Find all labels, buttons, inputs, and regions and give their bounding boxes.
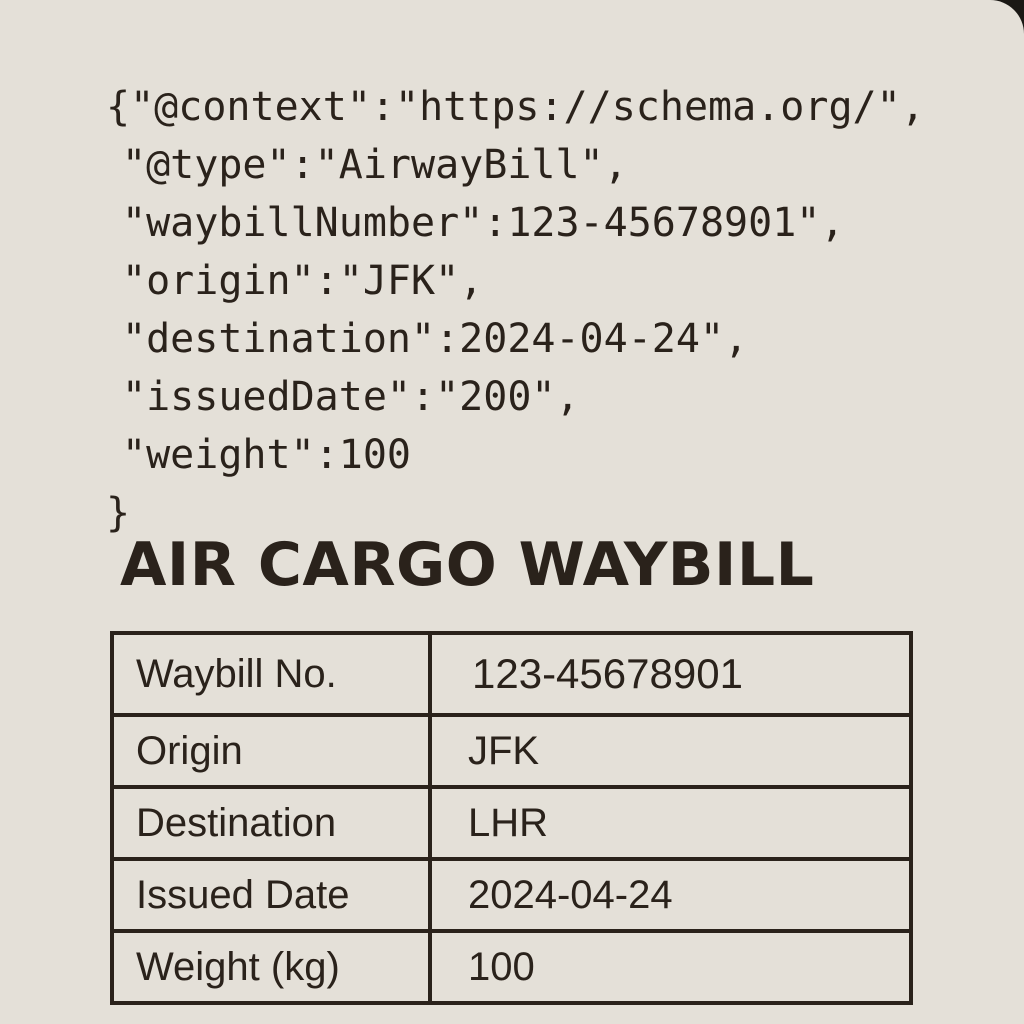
table-value: 100 (428, 929, 913, 1005)
json-line-type: "@type":"AirwayBill", (122, 142, 628, 188)
json-line-origin: "origin":"JFK", (122, 258, 484, 304)
table-row-weight: Weight (kg) 100 (110, 929, 913, 1005)
json-line-weight: "weight":100 (122, 432, 411, 478)
table-value: LHR (428, 785, 913, 861)
table-label: Destination (110, 785, 432, 861)
table-row-issued-date: Issued Date 2024-04-24 (110, 857, 913, 933)
table-row-origin: Origin JFK (110, 713, 913, 789)
json-line-destination: "destination":2024-04-24", (122, 316, 749, 362)
table-label: Weight (kg) (110, 929, 432, 1005)
document-title: AIR CARGO WAYBILL (120, 530, 815, 600)
waybill-card: {"@context":"https://schema.org/", "@typ… (0, 0, 1024, 1024)
table-label: Issued Date (110, 857, 432, 933)
json-line-context: {"@context":"https://schema.org/", (106, 84, 925, 130)
table-value: JFK (428, 713, 913, 789)
waybill-table: Waybill No. 123-45678901 Origin JFK Dest… (110, 631, 913, 1005)
table-label: Origin (110, 713, 432, 789)
json-ld-code-block: {"@context":"https://schema.org/", "@typ… (106, 78, 925, 542)
table-label: Waybill No. (110, 631, 432, 717)
table-value: 2024-04-24 (428, 857, 913, 933)
json-line-waybill-number: "waybillNumber":123-45678901", (122, 200, 845, 246)
table-value: 123-45678901 (428, 631, 913, 717)
table-row-waybill-number: Waybill No. 123-45678901 (110, 631, 913, 717)
table-row-destination: Destination LHR (110, 785, 913, 861)
json-line-issued-date: "issuedDate":"200", (122, 374, 580, 420)
